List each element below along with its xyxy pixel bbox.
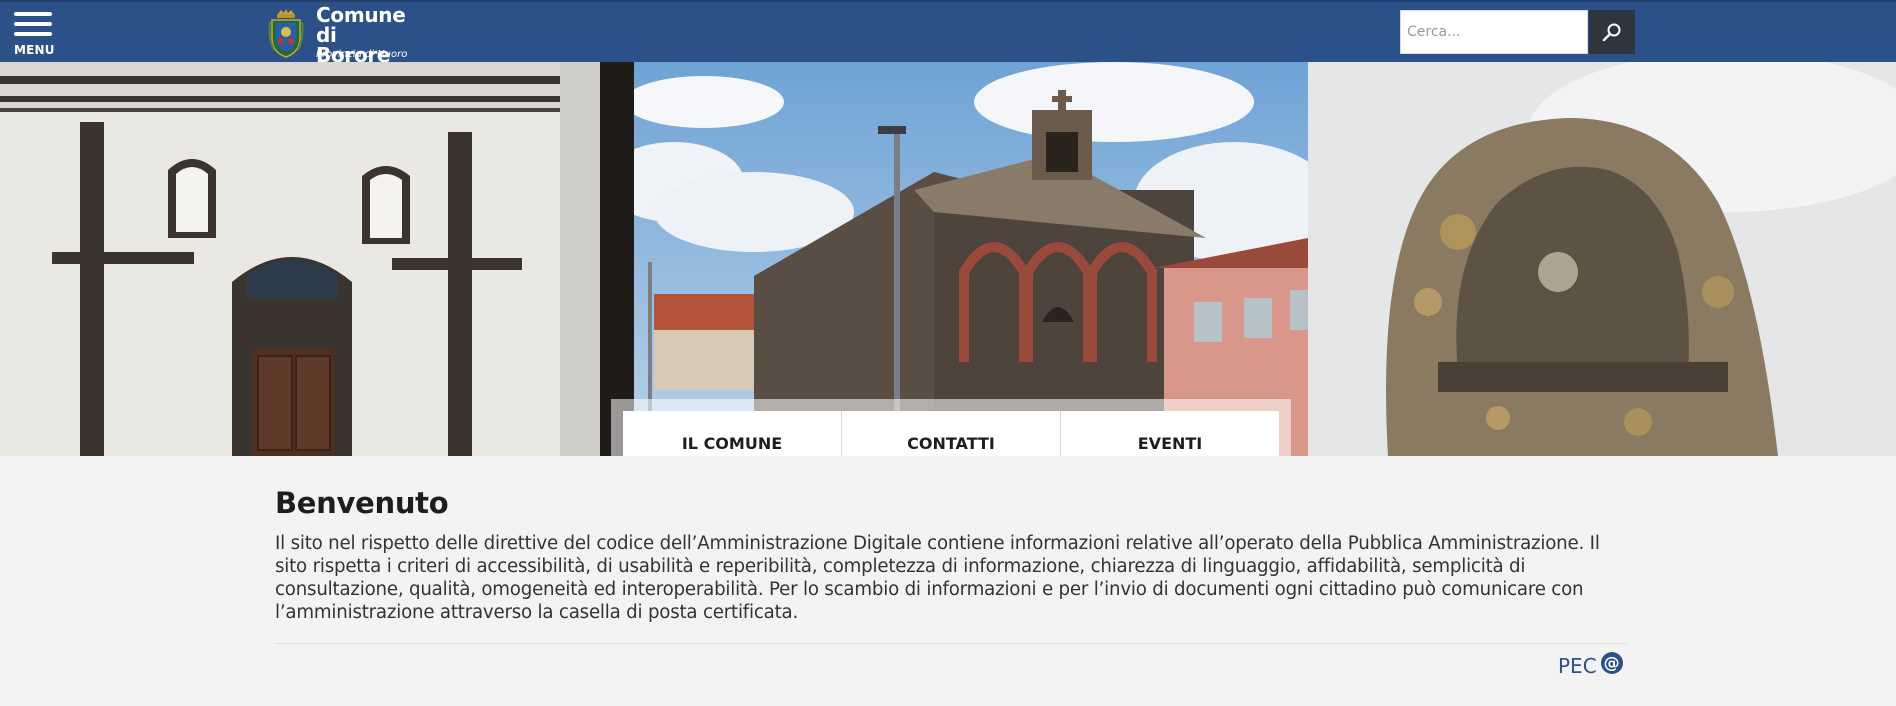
nav-eventi[interactable]: EVENTI	[1061, 411, 1279, 456]
magnifier-icon	[1602, 23, 1621, 42]
standing-stone-image	[1308, 62, 1896, 456]
search-input[interactable]	[1400, 10, 1588, 54]
pec-label: PEC	[1558, 654, 1597, 678]
welcome-text: Il sito nel rispetto delle direttive del…	[275, 533, 1600, 623]
menu-button[interactable]: MENU	[12, 10, 56, 60]
at-sign-icon: @	[1600, 652, 1623, 674]
menu-label: MENU	[14, 43, 55, 57]
hamburger-icon-bar	[14, 22, 52, 26]
welcome-section: Benvenuto Il sito nel rispetto delle dir…	[275, 486, 1625, 624]
church-facade-image	[0, 62, 634, 456]
search-button[interactable]	[1589, 10, 1635, 54]
hamburger-icon-bar	[14, 32, 52, 36]
nav-contatti[interactable]: CONTATTI	[842, 411, 1061, 456]
hamburger-icon	[14, 12, 52, 16]
site-subtitle: Provincia di Nuoro	[316, 49, 408, 60]
section-divider	[275, 643, 1627, 644]
top-header: MENU Comune di Borore Provincia di Nuoro	[0, 0, 1896, 65]
hero-banner: IL COMUNE CONTATTI EVENTI	[0, 62, 1896, 456]
hero-image-standing-stone	[1308, 62, 1896, 456]
welcome-title: Benvenuto	[275, 486, 449, 520]
nav-il-comune[interactable]: IL COMUNE	[623, 411, 842, 456]
hero-image-church-facade	[0, 62, 634, 456]
site-logo-link[interactable]: Comune di Borore Provincia di Nuoro	[268, 3, 428, 65]
site-title-line1: Comune di	[316, 3, 406, 47]
hero-image-stone-church	[634, 62, 1308, 456]
quick-navigation-inner: IL COMUNE CONTATTI EVENTI	[623, 411, 1279, 456]
municipal-crest-icon	[268, 9, 304, 58]
stone-church-image	[634, 62, 1308, 456]
quick-navigation: IL COMUNE CONTATTI EVENTI	[611, 399, 1291, 456]
pec-link[interactable]: PEC @	[1558, 652, 1623, 678]
